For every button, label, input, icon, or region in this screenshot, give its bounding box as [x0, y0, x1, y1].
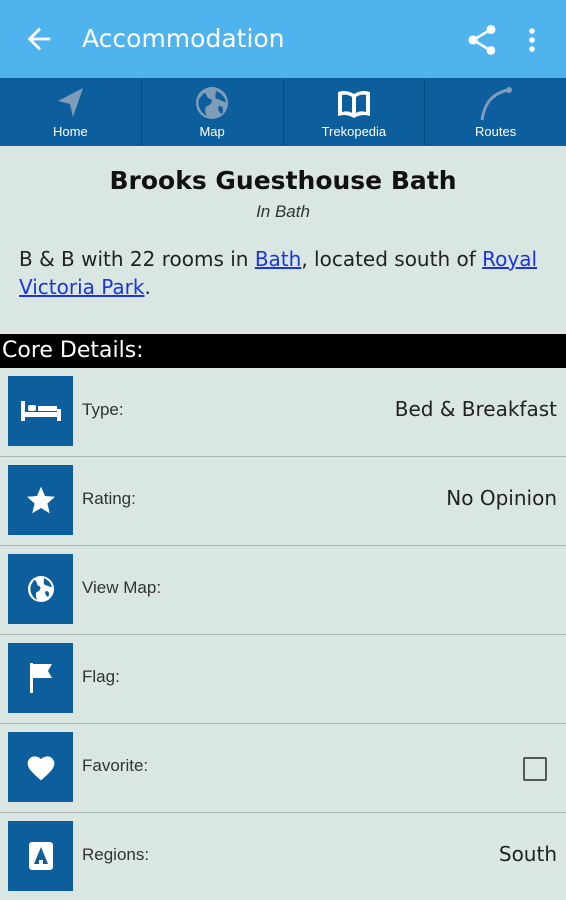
tab-routes[interactable]: Routes [425, 78, 566, 146]
place-title: Brooks Guesthouse Bath [109, 166, 457, 195]
detail-key: Type: [82, 400, 124, 419]
tab-label: Home [53, 124, 88, 139]
detail-icon-box [8, 554, 73, 624]
detail-row-flag[interactable]: Flag: [0, 635, 566, 724]
desc-text: . [144, 275, 151, 299]
detail-row-regions[interactable]: Regions: South [0, 813, 566, 900]
tab-label: Routes [475, 124, 517, 139]
desc-text: , located south of [301, 247, 483, 271]
tab-trekopedia[interactable]: Trekopedia [284, 78, 426, 146]
tab-label: Trekopedia [321, 124, 387, 139]
detail-row-view-map[interactable]: View Map: [0, 546, 566, 635]
page-title: Accommodation [82, 24, 285, 53]
book-icon [337, 90, 370, 118]
heart-icon [27, 756, 54, 781]
detail-key: Favorite: [82, 756, 149, 775]
detail-value: South [498, 842, 557, 866]
place-description: B & B with 22 rooms in Bath, located sou… [19, 245, 549, 301]
route-icon [480, 87, 512, 121]
detail-key: View Map: [82, 578, 162, 597]
globe-icon [27, 576, 54, 602]
more-vert-icon[interactable] [520, 24, 544, 56]
flag-icon [29, 663, 52, 693]
section-header: Core Details: [0, 334, 566, 368]
link-bath[interactable]: Bath [255, 247, 302, 271]
globe-icon [196, 87, 229, 119]
detail-row-favorite[interactable]: Favorite: [0, 724, 566, 813]
bed-icon [20, 401, 61, 421]
tab-home[interactable]: Home [0, 78, 142, 146]
detail-value: No Opinion [446, 486, 557, 510]
share-icon[interactable] [464, 22, 500, 58]
detail-key: Rating: [82, 489, 136, 508]
star-icon [26, 486, 55, 514]
detail-icon-box [8, 465, 73, 535]
detail-value: Bed & Breakfast [394, 397, 557, 421]
detail-icon-box [8, 732, 73, 802]
favorite-checkbox[interactable] [523, 757, 547, 781]
desc-text: B & B with 22 rooms in [19, 247, 255, 271]
detail-key: Flag: [82, 667, 120, 686]
tab-label: Map [199, 124, 225, 139]
tab-map[interactable]: Map [142, 78, 284, 146]
detail-icon-box [8, 821, 73, 891]
place-subtitle: In Bath [256, 202, 310, 221]
arrow-back-icon[interactable] [22, 22, 56, 56]
navigation-icon [58, 88, 84, 117]
app-bar: Accommodation [0, 0, 566, 78]
detail-row-rating[interactable]: Rating: No Opinion [0, 457, 566, 546]
detail-row-type[interactable]: Type: Bed & Breakfast [0, 368, 566, 457]
detail-icon-box [8, 643, 73, 713]
detail-icon-box [8, 376, 73, 446]
region-icon [28, 842, 53, 870]
tab-bar: Home Map Trekopedia Routes [0, 78, 566, 146]
detail-key: Regions: [82, 845, 150, 864]
